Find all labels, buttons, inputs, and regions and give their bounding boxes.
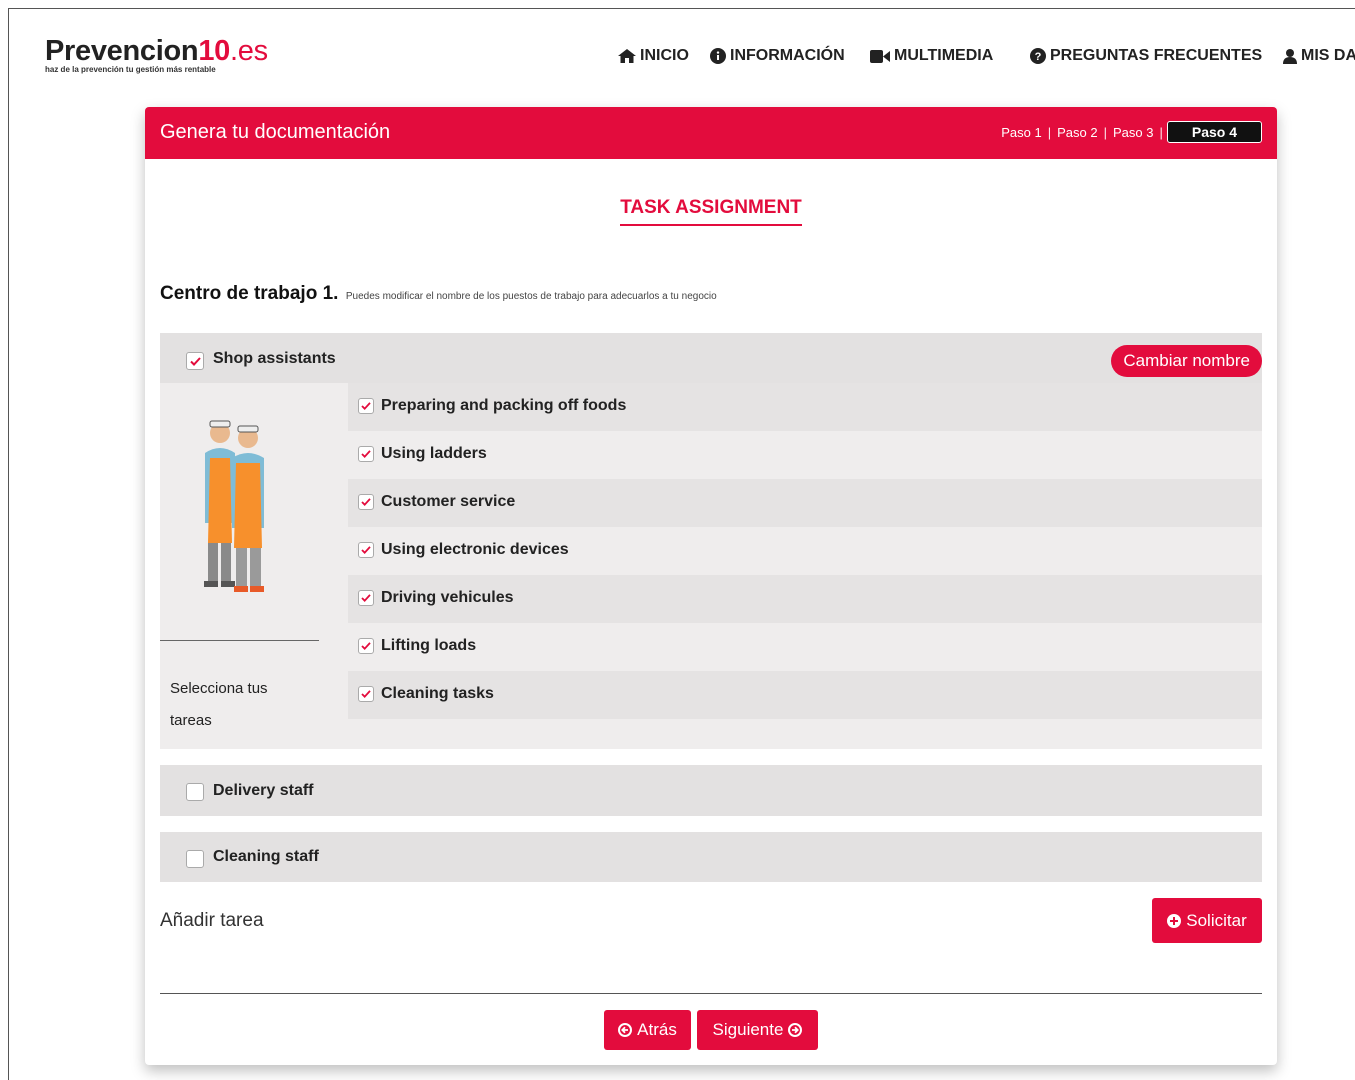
group-shop-assistants: Shop assistants Cambiar nombre bbox=[160, 333, 1262, 383]
step-3[interactable]: Paso 3 bbox=[1107, 125, 1159, 140]
svg-text:?: ? bbox=[1035, 51, 1042, 63]
step-2[interactable]: Paso 2 bbox=[1051, 125, 1103, 140]
next-button[interactable]: Siguiente bbox=[697, 1010, 818, 1050]
task-label: Using ladders bbox=[381, 445, 487, 462]
workplace-heading: Centro de trabajo 1. Puedes modificar el… bbox=[160, 283, 717, 305]
nav-informacion[interactable]: INFORMACIÓN bbox=[710, 47, 845, 65]
group-checkbox-cleaning-staff[interactable] bbox=[186, 850, 204, 868]
request-button[interactable]: Solicitar bbox=[1152, 898, 1262, 943]
logo-text: Prevencion10.es bbox=[45, 35, 268, 67]
workplace-label: Centro de trabajo 1. bbox=[160, 283, 339, 304]
video-camera-icon bbox=[870, 49, 890, 63]
checkmark-icon bbox=[361, 498, 371, 506]
divider bbox=[160, 993, 1262, 994]
task-label: Lifting loads bbox=[381, 637, 477, 654]
task-checkbox[interactable] bbox=[358, 446, 374, 462]
nav-multimedia[interactable]: MULTIMEDIA bbox=[870, 47, 993, 65]
site-logo[interactable]: Prevencion10.es haz de la prevención tu … bbox=[45, 36, 268, 74]
task-label: Preparing and packing off foods bbox=[381, 397, 627, 414]
step-1[interactable]: Paso 1 bbox=[995, 125, 1047, 140]
shop-assistants-illustration bbox=[204, 420, 264, 592]
task-checkbox[interactable] bbox=[358, 638, 374, 654]
add-task-label: Añadir tarea bbox=[160, 910, 264, 931]
checkmark-icon bbox=[189, 356, 201, 366]
task-row[interactable]: Cleaning tasks bbox=[348, 671, 1262, 719]
workplace-hint: Puedes modificar el nombre de los puesto… bbox=[345, 291, 717, 302]
arrow-right-circle-icon bbox=[788, 1023, 803, 1037]
group-name: Shop assistants bbox=[213, 350, 336, 367]
plus-circle-icon bbox=[1167, 913, 1182, 928]
task-checkbox[interactable] bbox=[358, 542, 374, 558]
nav-inicio[interactable]: INICIO bbox=[618, 47, 689, 65]
group-name: Delivery staff bbox=[213, 782, 314, 799]
question-icon: ? bbox=[1030, 48, 1046, 64]
step-navigation: Paso 1 | Paso 2 | Paso 3 | Paso 4 bbox=[995, 121, 1262, 143]
task-checkbox[interactable] bbox=[358, 398, 374, 414]
section-title: TASK ASSIGNMENT bbox=[145, 197, 1277, 226]
checkmark-icon bbox=[361, 690, 371, 698]
step-separator: | bbox=[1159, 124, 1163, 140]
documentation-card: Genera tu documentación Paso 1 | Paso 2 | … bbox=[145, 107, 1277, 1065]
task-row[interactable]: Using electronic devices bbox=[348, 527, 1262, 575]
select-tasks-text: Selecciona tus tareas bbox=[170, 680, 268, 729]
checkmark-icon bbox=[361, 402, 371, 410]
card-header: Genera tu documentación Paso 1 | Paso 2 | … bbox=[145, 107, 1277, 159]
task-row[interactable]: Lifting loads bbox=[348, 623, 1262, 671]
checkmark-icon bbox=[361, 450, 371, 458]
task-checkbox[interactable] bbox=[358, 590, 374, 606]
nav-mis-datos[interactable]: MIS DA bbox=[1283, 47, 1355, 65]
task-label: Customer service bbox=[381, 493, 516, 510]
task-row[interactable]: Customer service bbox=[348, 479, 1262, 527]
group-tasks-panel: Selecciona tus tareas Preparing and pack… bbox=[160, 383, 1262, 749]
step-separator: | bbox=[1047, 124, 1052, 140]
task-row[interactable]: Using ladders bbox=[348, 431, 1262, 479]
step-separator: | bbox=[1103, 124, 1107, 140]
info-icon bbox=[710, 48, 726, 64]
group-checkbox-delivery-staff[interactable] bbox=[186, 783, 204, 801]
group-cleaning-staff[interactable]: Cleaning staff bbox=[160, 832, 1262, 882]
card-title: Genera tu documentación bbox=[160, 121, 391, 143]
arrow-left-circle-icon bbox=[618, 1023, 633, 1037]
divider bbox=[160, 640, 319, 641]
task-label: Driving vehicules bbox=[381, 589, 514, 606]
checkmark-icon bbox=[361, 642, 371, 650]
task-checkbox[interactable] bbox=[358, 494, 374, 510]
group-name: Cleaning staff bbox=[213, 848, 319, 865]
rename-button[interactable]: Cambiar nombre bbox=[1111, 345, 1262, 377]
task-checkbox[interactable] bbox=[358, 686, 374, 702]
step-4-active[interactable]: Paso 4 bbox=[1166, 121, 1262, 143]
task-row[interactable]: Driving vehicules bbox=[348, 575, 1262, 623]
task-label: Cleaning tasks bbox=[381, 685, 494, 702]
group-delivery-staff[interactable]: Delivery staff bbox=[160, 765, 1262, 816]
nav-preguntas[interactable]: ? PREGUNTAS FRECUENTES bbox=[1030, 47, 1262, 65]
back-button[interactable]: Atrás bbox=[604, 1010, 691, 1050]
checkmark-icon bbox=[361, 546, 371, 554]
group-checkbox-shop-assistants[interactable] bbox=[186, 352, 204, 370]
task-label: Using electronic devices bbox=[381, 541, 569, 558]
task-row[interactable]: Preparing and packing off foods bbox=[348, 383, 1262, 431]
user-icon bbox=[1283, 48, 1297, 64]
home-icon bbox=[618, 49, 636, 63]
checkmark-icon bbox=[361, 594, 371, 602]
